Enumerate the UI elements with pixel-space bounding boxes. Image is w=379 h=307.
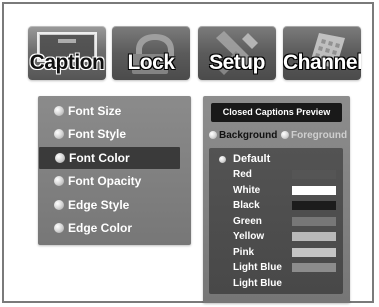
foreground-radio[interactable]: Foreground bbox=[281, 127, 356, 143]
color-option-default[interactable]: Default bbox=[209, 152, 343, 167]
menu-item-edge-style[interactable]: Edge Style bbox=[38, 194, 191, 216]
tab-channel[interactable]: Channel bbox=[283, 26, 361, 80]
color-option-red[interactable]: Red bbox=[209, 167, 343, 182]
menu-item-font-size[interactable]: Font Size bbox=[38, 100, 191, 122]
color-option-label: Light Blue bbox=[233, 278, 282, 289]
foreground-option-label: Foreground bbox=[291, 129, 348, 141]
preview-title: Closed Captions Preview bbox=[211, 103, 342, 122]
menu-item-label: Font Size bbox=[68, 104, 122, 118]
color-option-yellow[interactable]: Yellow bbox=[209, 229, 343, 244]
color-option-label: Black bbox=[233, 200, 260, 211]
menu-item-font-color[interactable]: Font Color bbox=[39, 147, 180, 169]
color-swatch bbox=[292, 201, 336, 210]
color-option-label: Light Blue bbox=[233, 262, 282, 273]
tab-caption[interactable]: Caption bbox=[28, 26, 106, 80]
color-option-label: Green bbox=[233, 216, 262, 227]
bullet-icon bbox=[55, 153, 65, 163]
bullet-icon bbox=[54, 129, 64, 139]
tab-lock[interactable]: Lock bbox=[112, 26, 190, 80]
color-option-green[interactable]: Green bbox=[209, 214, 343, 229]
color-swatch bbox=[292, 248, 336, 257]
color-option-label: Pink bbox=[233, 247, 255, 258]
color-options-list: Default Red White Black Green Yellow Pin… bbox=[209, 148, 343, 294]
color-option-light-blue[interactable]: Light Blue bbox=[209, 260, 343, 275]
radio-icon bbox=[209, 131, 217, 139]
menu-item-edge-color[interactable]: Edge Color bbox=[38, 217, 191, 239]
top-tab-bar: Caption Lock Setup Channel bbox=[28, 26, 361, 82]
color-option-label: Red bbox=[233, 169, 252, 180]
bullet-icon bbox=[54, 176, 64, 186]
menu-item-label: Edge Style bbox=[68, 198, 130, 212]
color-swatch bbox=[292, 186, 336, 195]
tab-channel-label: Channel bbox=[283, 51, 361, 74]
background-radio[interactable]: Background bbox=[209, 127, 279, 143]
color-option-pink[interactable]: Pink bbox=[209, 245, 343, 260]
default-option-label: Default bbox=[233, 153, 271, 165]
color-swatch bbox=[292, 232, 336, 241]
color-option-label: Yellow bbox=[233, 231, 265, 242]
menu-item-label: Edge Color bbox=[68, 221, 133, 235]
selected-dot-icon bbox=[219, 156, 226, 163]
caption-options-menu: Font Size Font Style Font Color Font Opa… bbox=[38, 96, 191, 245]
color-swatch bbox=[292, 170, 336, 179]
tab-caption-label: Caption bbox=[29, 51, 105, 74]
color-option-black[interactable]: Black bbox=[209, 198, 343, 213]
bullet-icon bbox=[54, 200, 64, 210]
color-swatch bbox=[292, 263, 336, 272]
color-option-light-blue-second[interactable]: Light Blue bbox=[209, 276, 343, 291]
menu-item-font-style[interactable]: Font Style bbox=[38, 123, 191, 145]
color-option-white[interactable]: White bbox=[209, 183, 343, 198]
caption-preview-panel: Closed Captions Preview Background Foreg… bbox=[203, 96, 350, 303]
menu-item-label: Font Opacity bbox=[68, 174, 142, 188]
menu-item-font-opacity[interactable]: Font Opacity bbox=[38, 170, 191, 192]
bullet-icon bbox=[54, 223, 64, 233]
tab-lock-label: Lock bbox=[127, 51, 175, 74]
tab-setup[interactable]: Setup bbox=[198, 26, 276, 80]
menu-item-label: Font Style bbox=[68, 127, 127, 141]
color-swatch bbox=[292, 217, 336, 226]
tab-setup-label: Setup bbox=[209, 51, 265, 74]
background-option-label: Background bbox=[219, 129, 278, 141]
menu-item-label: Font Color bbox=[69, 151, 130, 165]
app-frame: Caption Lock Setup Channel Font Size Fon… bbox=[2, 2, 374, 303]
bullet-icon bbox=[54, 106, 64, 116]
radio-icon bbox=[281, 131, 289, 139]
color-option-label: White bbox=[233, 185, 261, 196]
